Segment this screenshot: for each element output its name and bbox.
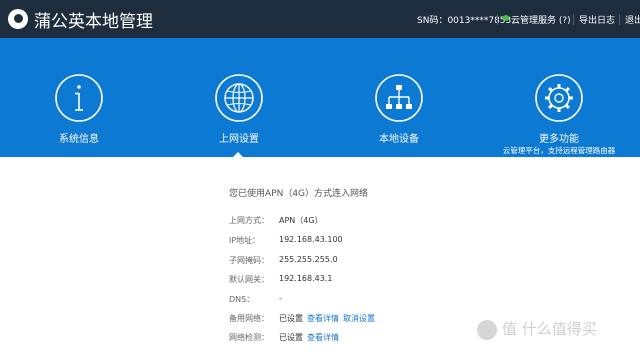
nav-label: 本地设备 (379, 134, 419, 145)
nav-sub-label: 云管理平台，支持远程管理路由器 (502, 146, 616, 155)
view-details-link[interactable]: 查看详情 (307, 313, 339, 324)
nav-label: 系统信息 (59, 134, 99, 145)
row-value: 已设置 (279, 314, 303, 323)
cloud-service-link[interactable]: 云管理服务 (?) (511, 13, 571, 26)
nav-item-local-devices[interactable]: 本地设备 (344, 38, 454, 157)
divider (573, 14, 574, 25)
globe-icon (215, 74, 263, 122)
row-value: 已设置 (279, 333, 303, 342)
active-tab-pointer (231, 152, 245, 159)
cancel-setting-link[interactable]: 取消设置 (343, 313, 375, 324)
row-label: 子网掩码： (229, 256, 269, 265)
row-label: 默认网关： (229, 275, 269, 284)
nav-item-internet-settings[interactable]: 上网设置 (184, 38, 294, 157)
exit-link[interactable]: 退出 (625, 13, 640, 26)
info-icon (55, 74, 103, 122)
nav-item-system-info[interactable]: 系统信息 (24, 38, 134, 157)
top-bar: 蒲公英本地管理 SN码：0013****7853 云管理服务 (?) 导出日志 … (0, 0, 640, 38)
export-log-link[interactable]: 导出日志 (579, 13, 615, 26)
row-label: 网络检测： (229, 333, 269, 342)
row-value: APN（4G） (279, 216, 323, 225)
watermark-icon (477, 320, 497, 340)
nav-label: 上网设置 (219, 134, 259, 145)
status-dot-icon (503, 15, 509, 21)
nav-band: 系统信息 上网设置 本地设备 更多功能 云管理平台，支持远程管理路由器 (0, 38, 640, 159)
gear-icon (535, 74, 583, 122)
row-label: 上网方式： (229, 216, 269, 225)
divider (619, 14, 620, 25)
divider (497, 14, 498, 25)
row-label: DNS： (229, 295, 255, 304)
row-value: 255.255.255.0 (279, 255, 338, 264)
view-details-link[interactable]: 查看详情 (307, 332, 339, 343)
row-value: 192.168.43.1 (279, 274, 333, 283)
row-label: 备用网络： (229, 314, 269, 323)
row-value: 192.168.43.100 (279, 235, 343, 244)
connection-status-title: 您已使用APN（4G）方式连入网络 (229, 189, 369, 199)
brand-logo-icon (8, 9, 28, 29)
watermark-text: 值 什么值得买 (502, 320, 597, 338)
network-icon (375, 74, 423, 122)
app-title: 蒲公英本地管理 (34, 12, 153, 32)
nav-item-more-features[interactable]: 更多功能 云管理平台，支持远程管理路由器 (503, 38, 615, 157)
row-value: - (279, 294, 282, 303)
nav-label: 更多功能 (539, 134, 579, 145)
row-label: IP地址： (229, 236, 261, 245)
